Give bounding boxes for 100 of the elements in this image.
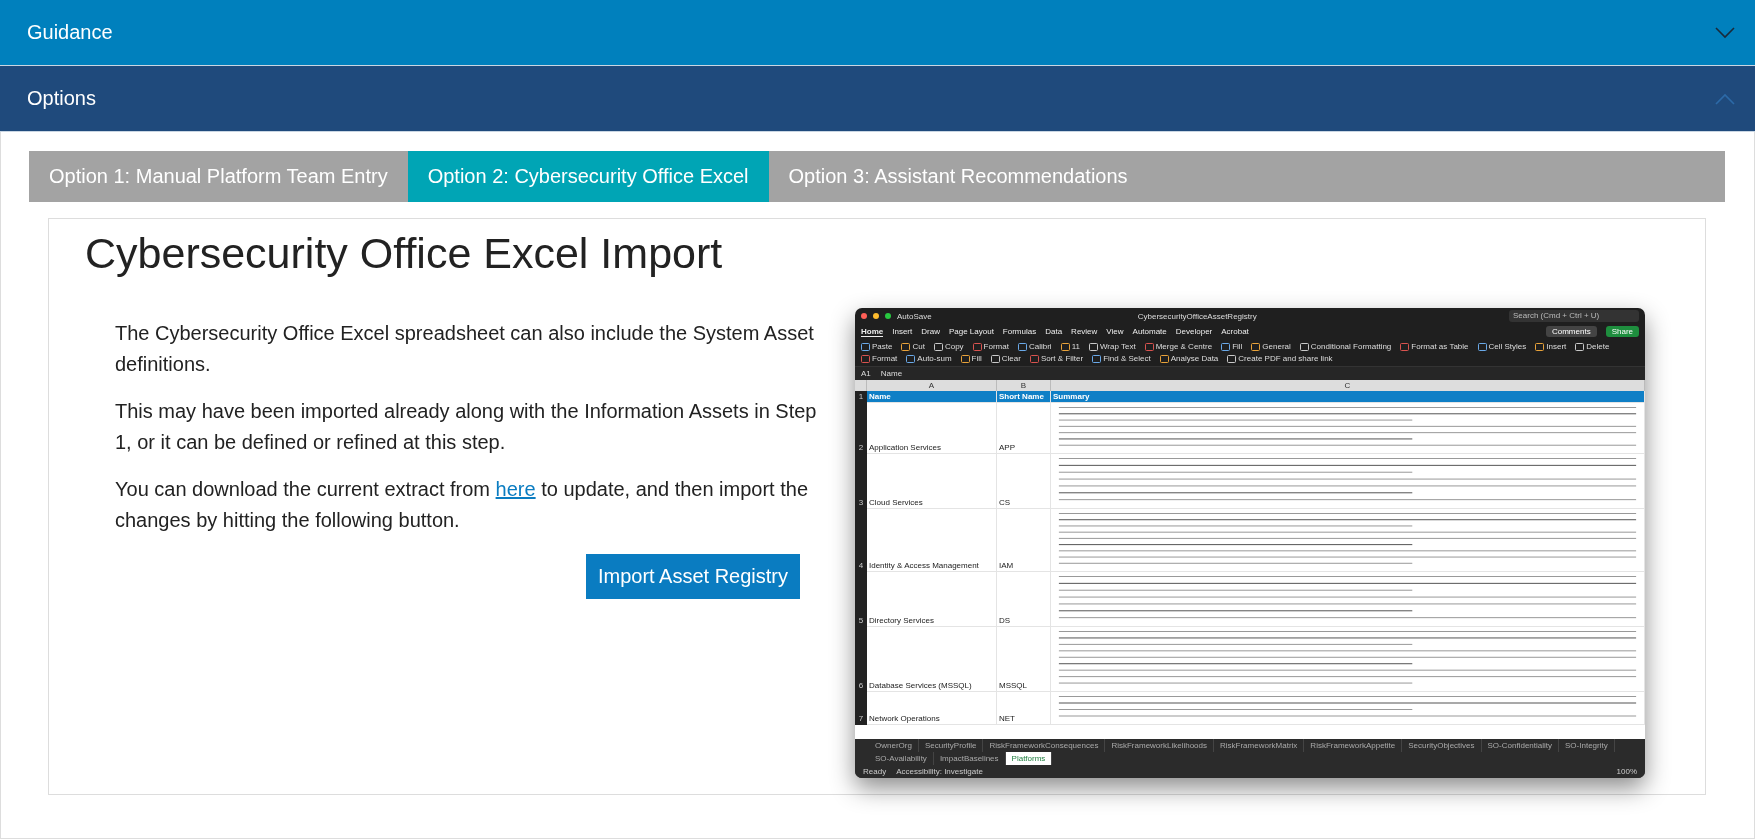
corner-cell [855, 380, 867, 391]
sheet-tab[interactable]: RiskFrameworkAppetite [1304, 739, 1403, 752]
ribbon-button[interactable]: Sort & Filter [1029, 354, 1084, 363]
ribbon-button[interactable]: General [1251, 342, 1291, 351]
ribbon-tab[interactable]: Developer [1175, 326, 1213, 337]
ribbon-button[interactable]: Fill [1221, 342, 1243, 351]
ribbon-button[interactable]: Format [972, 342, 1009, 351]
accordion-title: Options [27, 87, 96, 110]
ribbon-tab[interactable]: Data [1045, 326, 1063, 337]
window-title: CybersecurityOfficeAssetRegistry [1137, 311, 1257, 321]
column-header[interactable]: B [997, 380, 1051, 391]
header-cell: Short Name [997, 391, 1051, 403]
ribbon-tool-icon [1400, 342, 1410, 351]
paragraph: The Cybersecurity Office Excel spreadsheet can also include the System Asset definitions. [115, 321, 815, 377]
sheet-tab[interactable]: SecurityObjectives [1402, 739, 1482, 752]
search-field[interactable]: Search (Cmd + Ctrl + U) [1509, 310, 1639, 322]
accordion-header[interactable]: Guidance [0, 0, 1755, 66]
autosave-label: AutoSave [897, 311, 932, 321]
table-cell: Network Operations [867, 692, 997, 725]
table-cell: DS [997, 572, 1051, 627]
header-cell: Name [867, 391, 997, 403]
ribbon-button[interactable]: Format as Table [1400, 342, 1469, 351]
ribbon-button[interactable]: Auto-sum [906, 354, 952, 363]
status-text[interactable]: Accessibility: Investigate [896, 767, 983, 776]
ribbon-button[interactable]: Find & Select [1092, 354, 1151, 363]
table-cell: NET [997, 692, 1051, 725]
share-button[interactable]: Share [1605, 326, 1639, 337]
ribbon-button[interactable]: 11 [1060, 342, 1080, 351]
row-number: 3 [855, 454, 867, 509]
paragraph: This may have been imported already along with the Information Assets in Step 1, or it can be defined or refined at this step. [115, 399, 818, 455]
table-cell: Database Services (MSSQL) [867, 627, 997, 692]
column-header[interactable]: A [867, 380, 997, 391]
ribbon-button[interactable]: Calibri [1017, 342, 1052, 351]
ribbon-tab[interactable]: Automate [1132, 326, 1167, 337]
ribbon-button[interactable]: Wrap Text [1088, 342, 1136, 351]
table-cell: Cloud Services [867, 454, 997, 509]
ribbon-tab[interactable]: Formulas [1002, 326, 1037, 337]
sheet-tab[interactable]: SecurityProfile [918, 739, 984, 752]
ribbon-button[interactable]: Fill [960, 354, 982, 363]
row-number: 1 [855, 391, 867, 403]
sheet-tab[interactable]: SO-Integrity [1559, 739, 1615, 752]
ribbon-tool-icon [1575, 342, 1585, 351]
row-number: 7 [855, 692, 867, 725]
row-number: 4 [855, 509, 867, 572]
header-cell: Summary [1051, 391, 1645, 403]
ribbon-tool-icon [1251, 342, 1261, 351]
ribbon-tool-icon [1060, 342, 1070, 351]
ribbon-tool-icon [1299, 342, 1309, 351]
status-text: Ready [863, 767, 887, 776]
table-cell: CS [997, 454, 1051, 509]
row-number: 6 [855, 627, 867, 692]
ribbon-button[interactable]: Insert [1535, 342, 1567, 351]
table-cell: MSSQL [997, 627, 1051, 692]
import-button[interactable]: Import Asset Registry [585, 554, 800, 599]
formula-field[interactable]: Name [880, 369, 903, 378]
comments-button[interactable]: Comments [1545, 326, 1597, 337]
ribbon-tool-icon [933, 342, 943, 351]
ribbon-button[interactable]: Merge & Centre [1144, 342, 1213, 351]
ribbon-button[interactable]: Format [861, 354, 898, 363]
close-dot-icon[interactable] [861, 313, 867, 319]
ribbon-button[interactable]: Delete [1575, 342, 1610, 351]
sheet-tab[interactable]: RiskFrameworkLikelihoods [1105, 739, 1214, 752]
sheet-tab[interactable]: OwnerOrg [869, 739, 919, 752]
ribbon-button[interactable]: Paste [861, 342, 893, 351]
row-number: 2 [855, 403, 867, 454]
sheet-tab[interactable]: SO-Confidentiality [1481, 739, 1559, 752]
table-cell: Directory Services [867, 572, 997, 627]
ribbon-button[interactable]: Copy [933, 342, 964, 351]
ribbon-tool-icon [1477, 342, 1487, 351]
table-cell: Application Services [867, 403, 997, 454]
sheet-tab[interactable]: RiskFrameworkMatrix [1214, 739, 1305, 752]
ribbon-tab[interactable]: Acrobat [1221, 326, 1249, 337]
ribbon-tab[interactable]: View [1106, 326, 1124, 337]
chevron-down-icon[interactable] [1715, 26, 1735, 39]
ribbon-button[interactable]: Cut [901, 342, 925, 351]
ribbon-button[interactable]: Clear [990, 354, 1021, 363]
accordion-header[interactable]: Options [0, 66, 1755, 132]
ribbon-tool-icon [1535, 342, 1545, 351]
zoom-dot-icon[interactable] [885, 313, 891, 319]
ribbon-tab[interactable]: Home [861, 326, 884, 337]
ribbon-tab[interactable]: Page Layout [948, 326, 994, 337]
column-header[interactable]: C [1051, 380, 1645, 391]
accordion-title: Guidance [27, 21, 113, 44]
ribbon-button[interactable]: Cell Styles [1477, 342, 1527, 351]
ribbon-tab[interactable]: Draw [921, 326, 940, 337]
table-cell: Identity & Access Management [867, 509, 997, 572]
zoom-level: 100% [1616, 767, 1637, 776]
ribbon-tab[interactable]: Insert [892, 326, 913, 337]
sheet-tab[interactable]: Platforms [1005, 752, 1053, 765]
ribbon-button[interactable]: Create PDF and share link [1227, 354, 1333, 363]
ribbon-button[interactable]: Analyse Data [1159, 354, 1219, 363]
minimize-dot-icon[interactable] [873, 313, 879, 319]
ribbon-tab[interactable]: Review [1071, 326, 1098, 337]
name-box[interactable]: A1 [861, 369, 871, 378]
row-number: 5 [855, 572, 867, 627]
paragraph: You can download the current extract from here to update, and then import the changes by hitting the following button. [115, 477, 810, 533]
download-link[interactable]: here [495, 478, 536, 500]
panel-heading: Cybersecurity Office Excel Import [85, 229, 724, 278]
ribbon-button[interactable]: Conditional Formatting [1299, 342, 1392, 351]
table-cell: IAM [997, 509, 1051, 572]
